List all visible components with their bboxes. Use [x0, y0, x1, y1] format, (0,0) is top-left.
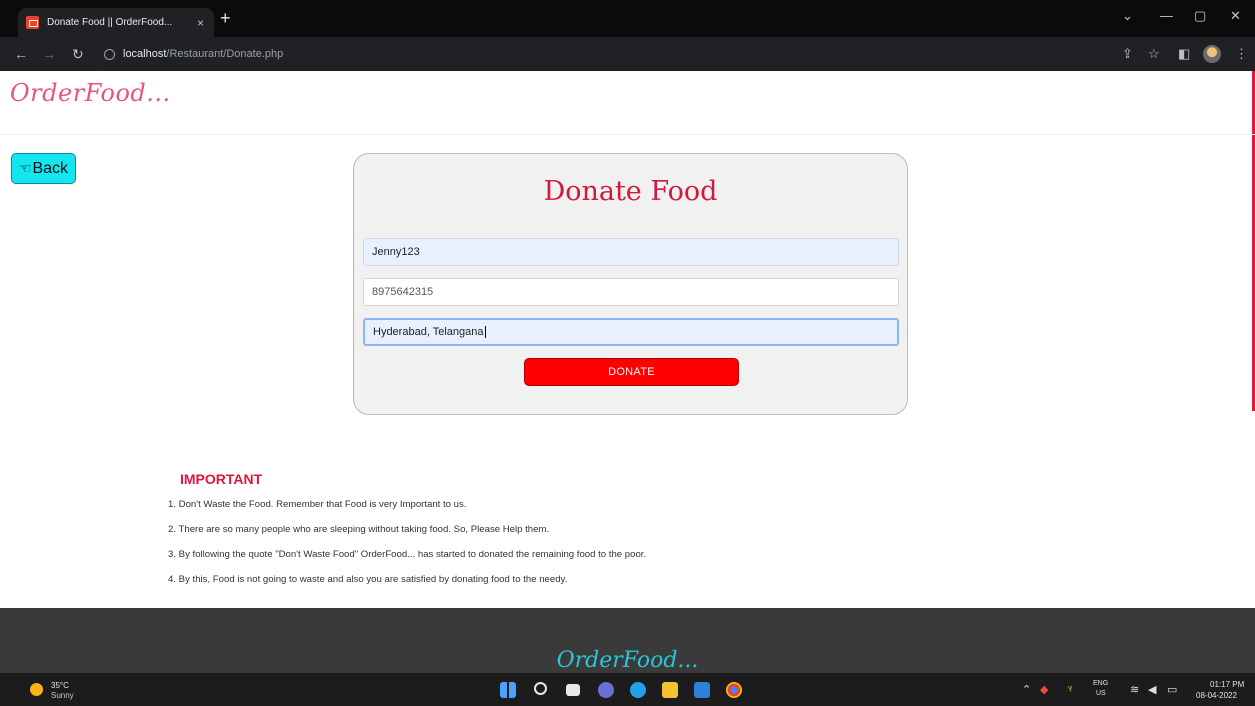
browser-tab[interactable]: Donate Food || OrderFood... × — [18, 8, 214, 37]
screen: Donate Food || OrderFood... × + ⌄ — ▢ ✕ … — [0, 0, 1255, 706]
list-item: 1. Don't Waste the Food. Remember that F… — [168, 499, 467, 510]
chat-icon[interactable] — [598, 682, 614, 698]
username-input[interactable]: Jenny123 — [363, 238, 899, 266]
start-windows-icon[interactable] — [500, 682, 516, 698]
site-logo[interactable]: OrderFood... — [10, 79, 171, 107]
address-value: Hyderabad, Telangana — [373, 326, 484, 338]
phone-value: 8975642315 — [372, 286, 434, 298]
task-view-icon[interactable] — [566, 684, 580, 696]
clock-time[interactable]: 01:17 PM — [1210, 680, 1244, 689]
info-icon[interactable] — [104, 48, 115, 60]
tray-expand-icon[interactable]: ⌃ — [1022, 683, 1031, 696]
chevron-down-icon[interactable]: ⌄ — [1122, 8, 1133, 24]
region-indicator[interactable]: US — [1096, 690, 1106, 697]
address-input[interactable]: Hyderabad, Telangana — [363, 318, 899, 346]
pointing-hand-icon: ☜ — [18, 160, 32, 176]
new-tab-button[interactable]: + — [220, 8, 231, 28]
profile-avatar-icon[interactable] — [1203, 45, 1221, 63]
page-viewport: OrderFood... ☜ Back Donate Food Jenny123… — [0, 71, 1255, 673]
donate-form-card: Donate Food Jenny123 8975642315 Hyderaba… — [353, 153, 908, 415]
url-path: /Restaurant/Donate.php — [166, 48, 284, 60]
window-close-icon[interactable]: ✕ — [1230, 8, 1241, 24]
form-title: Donate Food — [543, 176, 718, 207]
back-button[interactable]: ☜ Back — [11, 153, 76, 184]
side-panel-icon[interactable]: ◧ — [1178, 46, 1190, 62]
battery-icon[interactable]: ▭ — [1167, 683, 1177, 696]
menu-kebab-icon[interactable]: ⋮ — [1235, 46, 1248, 62]
back-arrow-icon[interactable]: ← — [14, 46, 28, 62]
tray-app-icon[interactable]: ◆ — [1040, 683, 1048, 696]
minimize-icon[interactable]: — — [1160, 8, 1173, 23]
wifi-icon[interactable]: ≋ — [1130, 683, 1139, 696]
forward-arrow-icon[interactable]: → — [42, 46, 56, 62]
list-item: 2. There are so many people who are slee… — [168, 524, 550, 535]
important-heading: IMPORTANT — [180, 471, 263, 487]
site-footer: OrderFood... — [0, 608, 1255, 673]
language-indicator[interactable]: ENG — [1093, 680, 1108, 687]
url-input[interactable]: localhost /Restaurant/Donate.php — [98, 42, 1098, 66]
list-item: 3. By following the quote "Don't Waste F… — [168, 549, 647, 560]
footer-logo: OrderFood... — [556, 648, 699, 673]
search-icon[interactable] — [534, 682, 547, 695]
important-list: 1. Don't Waste the Food. Remember that F… — [168, 499, 646, 599]
maximize-icon[interactable]: ▢ — [1194, 8, 1206, 24]
reload-icon[interactable]: ↻ — [72, 46, 84, 63]
back-button-label: Back — [32, 159, 69, 177]
favicon-icon — [26, 16, 39, 29]
chrome-icon[interactable] — [726, 682, 742, 698]
donate-button[interactable]: DONATE — [524, 358, 739, 386]
phone-input[interactable]: 8975642315 — [363, 278, 899, 306]
list-item: 4. By this, Food is not going to waste a… — [168, 574, 568, 585]
tab-title: Donate Food || OrderFood... — [47, 17, 173, 28]
edge-browser-icon[interactable] — [630, 682, 646, 698]
clock-date[interactable]: 08-04-2022 — [1196, 691, 1237, 700]
weather-temperature: 35°C — [51, 681, 69, 690]
bookmark-star-icon[interactable]: ☆ — [1148, 46, 1160, 62]
weather-description: Sunny — [51, 691, 74, 700]
microphone-icon[interactable]: ♆ — [1066, 683, 1074, 695]
speaker-icon[interactable]: ◀ — [1148, 683, 1156, 696]
file-explorer-icon[interactable] — [662, 682, 678, 698]
share-icon[interactable]: ⇪ — [1122, 46, 1133, 62]
browser-tab-bar: Donate Food || OrderFood... × + ⌄ — ▢ ✕ — [0, 0, 1255, 37]
site-header: OrderFood... — [0, 71, 1255, 135]
sun-icon[interactable] — [30, 683, 43, 696]
text-caret — [484, 326, 486, 338]
tab-close-icon[interactable]: × — [197, 16, 204, 30]
browser-address-bar: ← → ↻ localhost /Restaurant/Donate.php ⇪… — [0, 37, 1255, 71]
taskbar: 35°C Sunny ⌃ ◆ ♆ ENG US ≋ ◀ ▭ 01:17 PM 0… — [0, 673, 1255, 706]
url-host: localhost — [123, 48, 167, 60]
mail-icon[interactable] — [694, 682, 710, 698]
username-value: Jenny123 — [372, 246, 420, 258]
